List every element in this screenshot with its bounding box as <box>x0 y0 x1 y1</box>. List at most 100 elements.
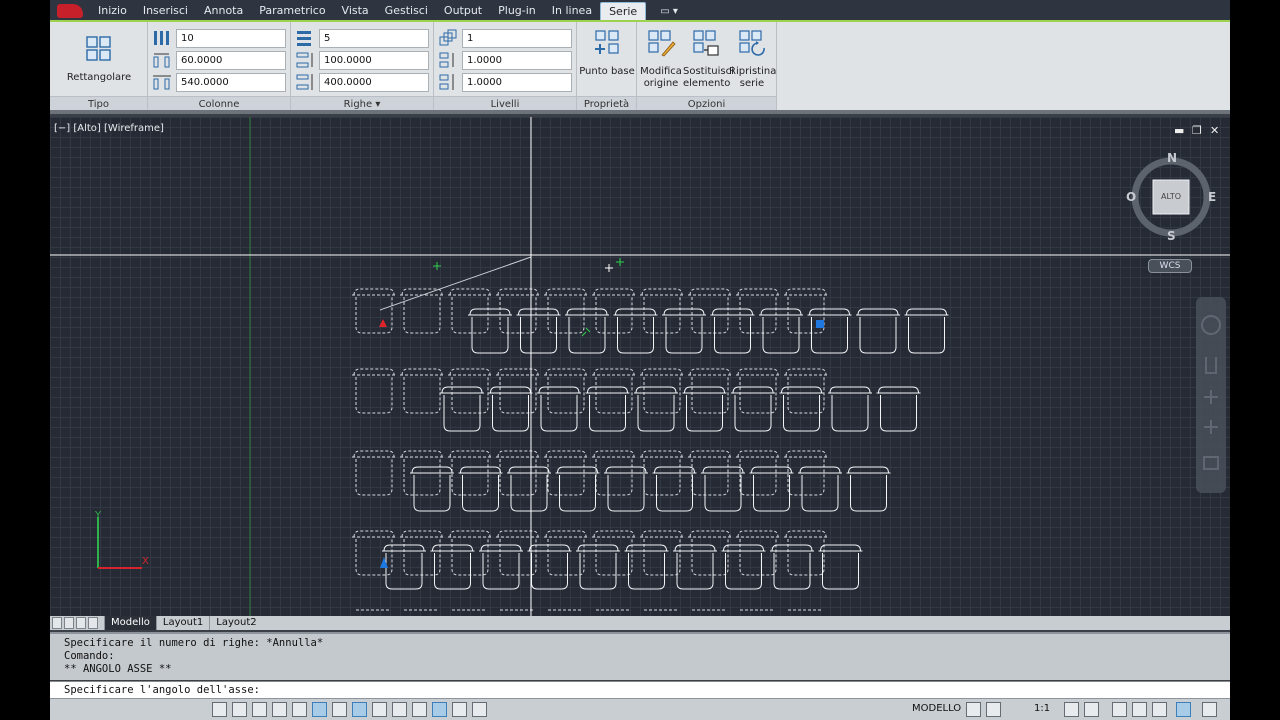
navigation-bar[interactable] <box>1196 297 1226 493</box>
command-line-input[interactable]: Specificare l'angolo dell'asse: <box>50 681 1230 698</box>
preview-array-item <box>688 288 732 334</box>
tab-output[interactable]: Output <box>436 0 490 22</box>
quick-properties-icon[interactable] <box>432 702 447 717</box>
ripristina-serie-button[interactable]: Ripristina serie <box>729 28 776 90</box>
levels-total-input[interactable] <box>462 72 572 92</box>
rows-total-input[interactable] <box>319 72 429 92</box>
rows-count-input[interactable] <box>319 28 429 48</box>
dynamic-input-icon[interactable] <box>372 702 387 717</box>
rows-spacing-input[interactable] <box>319 50 429 70</box>
viewport-restore-icon[interactable]: ❐ <box>1192 124 1202 137</box>
preview-array-item <box>592 368 636 414</box>
3d-object-snap-icon[interactable] <box>312 702 327 717</box>
svg-text:X: X <box>142 556 149 567</box>
auto-scale-icon[interactable] <box>1084 702 1099 717</box>
viewport-controls-label[interactable]: [−] [Alto] [Wireframe] <box>54 123 164 134</box>
dynamic-ucs-icon[interactable] <box>352 702 367 717</box>
grid-display-icon[interactable] <box>232 702 247 717</box>
polar-tracking-icon[interactable] <box>272 702 287 717</box>
model-space-label[interactable]: MODELLO <box>912 703 961 714</box>
array-item <box>555 466 600 512</box>
preview-array-item <box>736 288 780 334</box>
replace-item-icon <box>693 30 719 56</box>
rows-spacing-row <box>295 50 429 70</box>
rettangolare-button[interactable]: Rettangolare <box>60 34 138 84</box>
rows-spacing-icon <box>296 52 313 68</box>
columns-count-input[interactable] <box>176 28 286 48</box>
columns-total-input[interactable] <box>176 72 286 92</box>
application-menu-button[interactable] <box>50 0 90 22</box>
viewport-minimize-icon[interactable]: ▬ <box>1174 124 1184 137</box>
snap-mode-icon[interactable] <box>212 702 227 717</box>
tab-serie[interactable]: Serie <box>600 2 647 22</box>
wcs-menu[interactable]: WCS <box>1148 259 1192 273</box>
selection-cycling-icon[interactable] <box>452 702 467 717</box>
tab-annota[interactable]: Annota <box>196 0 251 22</box>
array-item <box>818 544 863 590</box>
preview-array-item <box>448 288 492 334</box>
compass-west-label[interactable]: O <box>1126 190 1136 204</box>
columns-spacing-row <box>152 50 286 70</box>
columns-total-row <box>152 72 286 92</box>
layout-tab-modello[interactable]: Modello <box>104 616 156 630</box>
preview-array-item <box>544 288 588 334</box>
viewport-close-icon[interactable]: ✕ <box>1210 124 1219 137</box>
workspace-switching-icon[interactable] <box>1112 702 1127 717</box>
annotation-visibility-icon[interactable] <box>1064 702 1079 717</box>
compass-north-label[interactable]: N <box>1167 151 1177 165</box>
next-layout-nav-icon[interactable] <box>76 617 86 629</box>
columns-spacing-input[interactable] <box>176 50 286 70</box>
tab-inizio[interactable]: Inizio <box>90 0 135 22</box>
lineweight-icon[interactable] <box>392 702 407 717</box>
tab-in-linea[interactable]: In linea <box>544 0 600 22</box>
chevron-down-icon: ▾ <box>375 99 381 110</box>
array-item <box>576 544 620 590</box>
quick-view-layouts-icon[interactable] <box>966 702 981 717</box>
layout-tab-layout1[interactable]: Layout1 <box>155 616 209 630</box>
object-snap-tracking-icon[interactable] <box>332 702 347 717</box>
preview-array-item <box>640 288 684 334</box>
compass-south-label[interactable]: S <box>1167 229 1176 243</box>
ribbon-display-options-icon[interactable]: ▭ ▾ <box>660 6 678 17</box>
object-snap-icon[interactable] <box>292 702 307 717</box>
first-layout-nav-icon[interactable] <box>52 617 62 629</box>
preview-array-item <box>400 368 444 414</box>
levels-count-input[interactable] <box>462 28 572 48</box>
annotation-scale[interactable]: 1:1 <box>1034 703 1050 714</box>
layout-tab-layout2[interactable]: Layout2 <box>209 616 262 630</box>
annotation-monitor-icon[interactable] <box>472 702 487 717</box>
tab-gestisci[interactable]: Gestisci <box>377 0 436 22</box>
rectangular-array-icon <box>86 36 111 61</box>
levels-spacing-input[interactable] <box>462 50 572 70</box>
tab-parametrico[interactable]: Parametrico <box>251 0 333 22</box>
array-item <box>652 466 697 512</box>
rows-count-row <box>295 28 429 48</box>
toolbar-lock-icon[interactable] <box>1132 702 1147 717</box>
panel-opzioni: Modifica origine Sostituisci elemento Ri… <box>637 22 777 112</box>
drawing-viewport[interactable]: Y X [−] [Alto] [Wireframe] ▬ ❐ ✕ N S E O… <box>50 117 1230 616</box>
modifica-origine-button[interactable]: Modifica origine <box>639 28 683 90</box>
quick-view-drawings-icon[interactable] <box>986 702 1001 717</box>
compass-east-label[interactable]: E <box>1208 190 1216 204</box>
ortho-mode-icon[interactable] <box>252 702 267 717</box>
array-item <box>634 386 678 432</box>
last-layout-nav-icon[interactable] <box>88 617 98 629</box>
modifica-label-line1: Modifica <box>640 66 682 77</box>
transparency-icon[interactable] <box>412 702 427 717</box>
array-item <box>846 466 891 512</box>
punto-base-button[interactable]: Punto base <box>579 28 635 78</box>
tab-vista[interactable]: Vista <box>334 0 377 22</box>
tab-plug-in[interactable]: Plug-in <box>490 0 544 22</box>
viewcube[interactable]: N S E O ALTO <box>1126 149 1216 249</box>
sostituisci-elemento-button[interactable]: Sostituisci elemento <box>683 28 734 90</box>
clean-screen-icon[interactable] <box>1202 702 1217 717</box>
isolate-objects-icon[interactable] <box>1176 702 1191 717</box>
preview-array-item <box>640 368 684 414</box>
tab-inserisci[interactable]: Inserisci <box>135 0 196 22</box>
viewcube-face-label[interactable]: ALTO <box>1153 192 1189 201</box>
sostituisci-label-line1: Sostituisci <box>683 66 734 77</box>
prev-layout-nav-icon[interactable] <box>64 617 74 629</box>
modifica-origine-label: Modifica origine <box>639 66 683 90</box>
array-item <box>682 386 727 432</box>
hardware-acceleration-icon[interactable] <box>1152 702 1167 717</box>
